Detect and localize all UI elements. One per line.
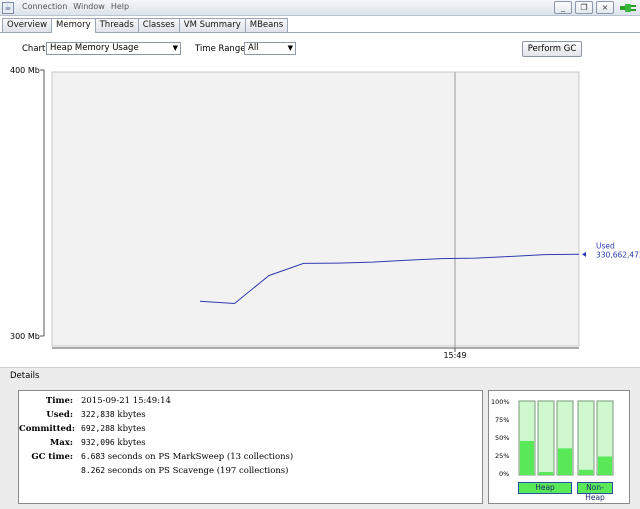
restore-button[interactable]: ❐	[575, 1, 593, 14]
perform-gc-button[interactable]: Perform GC	[522, 41, 582, 57]
chart-select[interactable]: Heap Memory Usage ▼	[46, 42, 181, 55]
used-series-name: Used	[596, 241, 615, 250]
time-range-select[interactable]: All ▼	[244, 42, 296, 55]
detail-text: seconds on PS Scavenge (197 collections)	[107, 466, 289, 476]
java-app-icon: ☕	[2, 2, 14, 14]
heap-pool-bar-fill[interactable]	[558, 448, 572, 475]
detail-key: GC time:	[31, 452, 73, 462]
heap-pool-bar-track	[537, 400, 555, 476]
tab-threads[interactable]: Threads	[94, 18, 139, 32]
tab-overview[interactable]: Overview	[2, 18, 53, 32]
tab-divider	[0, 32, 640, 33]
details-box: Time: 2015-09-21 15:49:14 Used: 322,838 …	[18, 390, 483, 504]
detail-value: 322,838 kbytes	[81, 410, 146, 420]
detail-number: 322,838	[81, 410, 115, 419]
menu-help[interactable]: Help	[111, 2, 129, 11]
detail-number: 932,096	[81, 438, 115, 447]
nonheap-pool-button[interactable]: Non-Heap	[577, 482, 613, 502]
heap-pool-bar-fill[interactable]	[539, 472, 553, 475]
close-button[interactable]: ×	[596, 1, 614, 14]
tab-vm-summary[interactable]: VM Summary	[178, 18, 246, 32]
memory-pools-box: 100% 75% 50% 25% 0% Heap Non-Heap	[488, 390, 630, 504]
y-max-label: 400 Mb	[10, 66, 40, 75]
heap-usage-chart: 400 Mb 300 Mb 15:49 Used 330,662,472	[10, 66, 640, 360]
detail-number: 8.262	[81, 466, 106, 475]
pool-tick-100: 100%	[491, 398, 510, 406]
pool-tick-75: 75%	[495, 416, 509, 424]
nonheap-pool-bar-track	[577, 400, 595, 476]
time-range-label: Time Range:	[195, 44, 249, 54]
details-title: Details	[10, 371, 40, 381]
menu-window[interactable]: Window	[73, 2, 105, 11]
tab-mbeans[interactable]: MBeans	[244, 18, 289, 32]
detail-number: 692,288	[81, 424, 115, 433]
detail-unit: kbytes	[117, 424, 146, 434]
detail-unit: kbytes	[117, 410, 146, 420]
menu-connection[interactable]: Connection	[22, 2, 67, 11]
chart-label: Chart:	[22, 44, 49, 54]
x-tick-label: 15:49	[443, 351, 466, 360]
heap-pool-bar-fill[interactable]	[520, 440, 534, 475]
window-controls: _ ❐ ×	[554, 1, 614, 14]
menu-bar: Connection Window Help	[22, 2, 129, 11]
detail-value: 692,288 kbytes	[81, 424, 146, 434]
detail-value: 932,096 kbytes	[81, 438, 146, 448]
detail-number: 6.683	[81, 452, 106, 461]
used-series-value: 330,662,472	[596, 250, 640, 259]
time-range-select-value: All	[248, 43, 259, 53]
detail-unit: kbytes	[117, 438, 146, 448]
used-value-marker	[582, 251, 586, 257]
detail-value: 6.683 seconds on PS MarkSweep (13 collec…	[81, 452, 293, 462]
pool-tick-25: 25%	[495, 452, 509, 460]
detail-key: Committed:	[19, 424, 75, 434]
plot-area	[51, 71, 580, 347]
detail-key: Max:	[49, 438, 73, 448]
detail-value: 2015-09-21 15:49:14	[81, 396, 171, 406]
title-bar: ☕ Connection Window Help _ ❐ ×	[0, 0, 640, 16]
nonheap-pool-bar-fill[interactable]	[579, 469, 593, 475]
chevron-down-icon: ▼	[287, 44, 293, 52]
tab-memory[interactable]: Memory	[51, 18, 96, 33]
detail-text: seconds on PS MarkSweep (13 collections)	[107, 452, 294, 462]
memory-pool-bars: 100% 75% 50% 25% 0%	[491, 398, 614, 478]
pool-tick-0: 0%	[499, 470, 509, 478]
detail-key: Time:	[45, 396, 73, 406]
nonheap-pool-bar-fill[interactable]	[598, 456, 612, 476]
tab-classes[interactable]: Classes	[137, 18, 180, 32]
chart-select-value: Heap Memory Usage	[50, 43, 139, 53]
chevron-down-icon: ▼	[172, 44, 178, 52]
detail-value: 8.262 seconds on PS Scavenge (197 collec…	[81, 466, 288, 476]
tab-strip: Overview Memory Threads Classes VM Summa…	[2, 18, 289, 33]
connection-plug-icon[interactable]	[619, 2, 637, 14]
y-min-label: 300 Mb	[10, 332, 40, 341]
pool-tick-50: 50%	[495, 434, 509, 442]
detail-key: Used:	[46, 410, 73, 420]
minimize-button[interactable]: _	[554, 1, 572, 14]
heap-pool-button[interactable]: Heap	[518, 482, 572, 494]
